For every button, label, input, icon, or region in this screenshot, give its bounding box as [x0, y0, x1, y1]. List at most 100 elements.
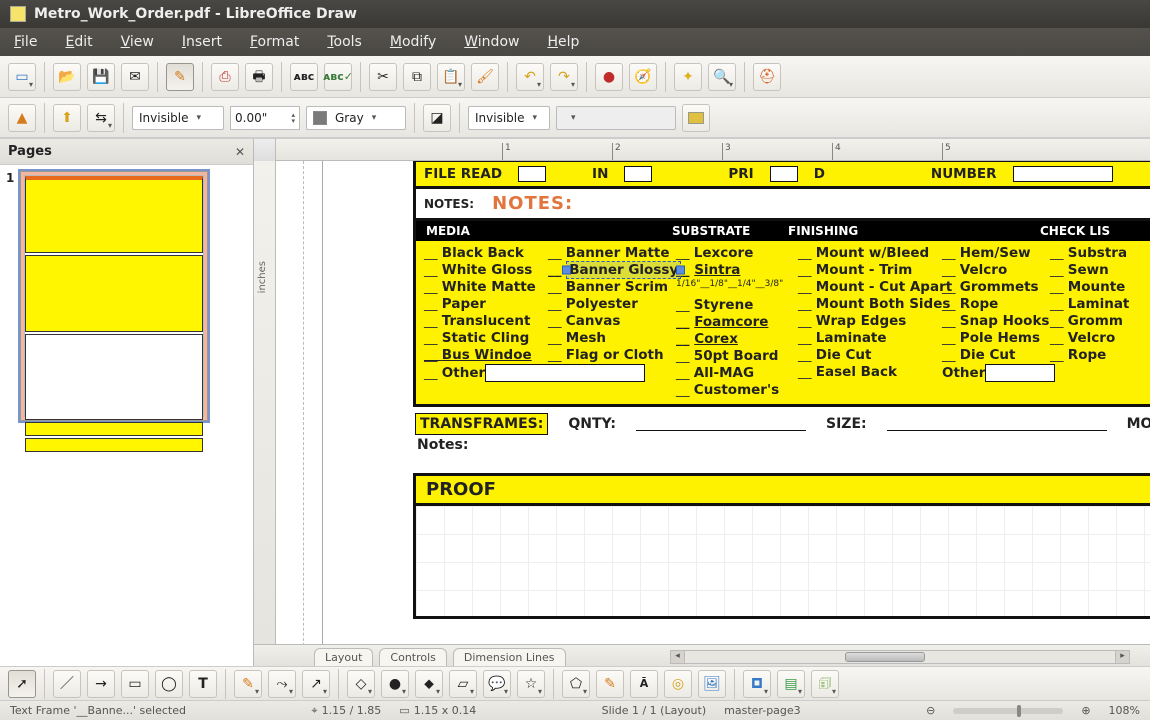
menu-help[interactable]: Help — [541, 32, 585, 52]
view-tab-layout[interactable]: Layout — [314, 648, 373, 666]
menu-file[interactable]: File — [8, 32, 43, 52]
edit-mode-button[interactable]: ✎ — [166, 63, 194, 91]
opt[interactable]: Wrap Edges — [798, 313, 942, 329]
menu-format[interactable]: Format — [244, 32, 305, 52]
horizontal-ruler[interactable]: 1 2 3 4 5 — [254, 139, 1150, 161]
paste-button[interactable]: 📋 — [437, 63, 465, 91]
opt[interactable]: Paper — [424, 296, 548, 312]
auto-spellcheck-button[interactable]: ᴀʙᴄ — [290, 63, 318, 91]
extrusion-tool[interactable]: 🗊 — [811, 670, 839, 698]
undo-button[interactable]: ↶ — [516, 63, 544, 91]
opt[interactable]: Velcro — [942, 262, 1050, 278]
opt[interactable]: Mount - Cut Apart — [798, 279, 942, 295]
symbol-shapes-tool[interactable]: ● — [381, 670, 409, 698]
opt[interactable]: __ Foamcore — [676, 314, 798, 330]
alignment-tool[interactable]: 🞓 — [743, 670, 771, 698]
opt[interactable]: Sewn — [1050, 262, 1129, 278]
callouts-tool[interactable]: 💬 — [483, 670, 511, 698]
pointer-tool[interactable]: ➚ — [8, 670, 36, 698]
opt[interactable]: Flag or Cloth — [548, 347, 676, 363]
opt[interactable]: Lexcore — [676, 245, 798, 261]
vertical-ruler[interactable]: inches — [254, 161, 276, 644]
flowchart-tool[interactable]: ▱ — [449, 670, 477, 698]
fontwork-tool[interactable]: ✎ — [596, 670, 624, 698]
zoom-value[interactable]: 108% — [1109, 704, 1140, 717]
opt[interactable]: Banner Scrim — [548, 279, 676, 295]
line-style-select[interactable]: Invisible ▾ — [132, 106, 224, 130]
size-line[interactable] — [887, 417, 1107, 431]
opt[interactable]: Grommets — [942, 279, 1050, 295]
print-button[interactable]: 🖶 — [245, 63, 273, 91]
new-button[interactable]: ▭ — [8, 63, 36, 91]
menu-insert[interactable]: Insert — [176, 32, 228, 52]
zoom-in-button[interactable]: ⊕ — [1081, 704, 1090, 717]
opt-selected[interactable]: __ Banner Glossy — [548, 262, 676, 278]
zoom-slider[interactable] — [953, 708, 1063, 714]
text-tool[interactable]: T — [189, 670, 217, 698]
input-box[interactable] — [624, 166, 652, 182]
menu-tools[interactable]: Tools — [321, 32, 368, 52]
open-button[interactable]: 📂 — [53, 63, 81, 91]
block-arrows-tool[interactable]: ⬥ — [415, 670, 443, 698]
area-color-select[interactable]: ▾ — [556, 106, 676, 130]
area-swatch-button[interactable] — [682, 104, 710, 132]
proof-body[interactable] — [416, 506, 1150, 616]
navigator-button[interactable]: 🧭 — [629, 63, 657, 91]
stars-tool[interactable]: ☆ — [517, 670, 545, 698]
shadow-button[interactable]: ◪ — [423, 104, 451, 132]
opt[interactable]: Mount w/Bleed — [798, 245, 942, 261]
opt[interactable]: All-MAG — [676, 365, 798, 381]
opt[interactable]: Bus Windoe — [424, 347, 548, 363]
opt[interactable]: Laminate — [798, 330, 942, 346]
area-style-select[interactable]: Invisible ▾ — [468, 106, 550, 130]
opt[interactable]: Styrene — [676, 297, 798, 313]
opt[interactable]: Mesh — [548, 330, 676, 346]
line-end-button[interactable]: ⬆ — [53, 104, 81, 132]
opt[interactable]: Laminat — [1050, 296, 1129, 312]
help-button[interactable]: ⛑ — [753, 63, 781, 91]
arrow-line-tool[interactable]: → — [87, 670, 115, 698]
zoom-button[interactable]: 🔍 — [708, 63, 736, 91]
opt[interactable]: Hem/Sew — [942, 245, 1050, 261]
record-button[interactable]: ● — [595, 63, 623, 91]
opt[interactable]: __ Corex — [676, 331, 798, 347]
opt[interactable]: Customer's — [676, 382, 798, 398]
format-paint-button[interactable]: 🖌 — [471, 63, 499, 91]
line-width-spinner[interactable]: 0.00" ▴▾ — [230, 106, 300, 130]
opt[interactable]: Mounte — [1050, 279, 1129, 295]
input-box[interactable] — [1013, 166, 1113, 182]
3d-objects-tool[interactable]: ⬠ — [562, 670, 590, 698]
line-color-select[interactable]: Gray ▾ — [306, 106, 406, 130]
view-tab-controls[interactable]: Controls — [379, 648, 447, 666]
basic-shapes-tool[interactable]: ◇ — [347, 670, 375, 698]
zoom-out-button[interactable]: ⊖ — [926, 704, 935, 717]
view-tab-dimension-lines[interactable]: Dimension Lines — [453, 648, 566, 666]
opt-other[interactable]: Other — [942, 364, 1050, 382]
line-tool[interactable]: ／ — [53, 670, 81, 698]
arrow-style-button[interactable]: ▲ — [8, 104, 36, 132]
opt[interactable]: Black Back — [424, 245, 548, 261]
gallery-tool[interactable]: ◎ — [664, 670, 692, 698]
arrowheads-button[interactable]: ⇆ — [87, 104, 115, 132]
ellipse-tool[interactable]: ◯ — [155, 670, 183, 698]
copy-button[interactable]: ⧉ — [403, 63, 431, 91]
mail-button[interactable]: ✉ — [121, 63, 149, 91]
other-input[interactable] — [985, 364, 1055, 382]
drawing-canvas[interactable]: FILE READ IN PRID NUMBER NOTES: NOTES: — [276, 161, 1150, 644]
menu-edit[interactable]: Edit — [59, 32, 98, 52]
opt[interactable]: Static Cling — [424, 330, 548, 346]
from-file-tool[interactable]: Ā — [630, 670, 658, 698]
horizontal-scrollbar[interactable]: ◂ ▸ — [670, 650, 1130, 664]
curve-tool[interactable]: ✎ — [234, 670, 262, 698]
opt[interactable]: Banner Matte — [548, 245, 676, 261]
opt[interactable]: __ Sintra — [676, 262, 798, 278]
export-pdf-button[interactable]: ⎙ — [211, 63, 239, 91]
save-button[interactable]: 💾 — [87, 63, 115, 91]
opt[interactable]: Rope — [1050, 347, 1129, 363]
opt[interactable]: Translucent — [424, 313, 548, 329]
qnty-line[interactable] — [636, 417, 806, 431]
close-panel-button[interactable]: ✕ — [235, 145, 245, 159]
opt[interactable]: Mount - Trim — [798, 262, 942, 278]
opt[interactable]: Mount Both Sides — [798, 296, 942, 312]
line-arrow-tool[interactable]: ↗ — [302, 670, 330, 698]
